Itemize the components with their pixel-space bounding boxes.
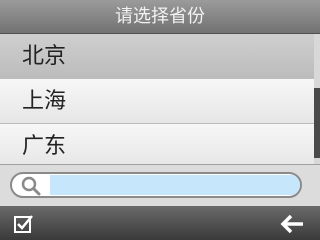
checkbox-checked-icon[interactable]: [14, 214, 34, 234]
list-item[interactable]: 北京: [0, 34, 314, 79]
search-box[interactable]: [10, 172, 302, 198]
search-input[interactable]: [50, 175, 300, 195]
province-list: 北京 上海 广东: [0, 34, 314, 164]
list-item[interactable]: 上海: [0, 79, 314, 124]
back-arrow-icon[interactable]: [280, 214, 306, 234]
page-title: 请选择省份: [0, 0, 320, 34]
scrollbar[interactable]: [314, 34, 320, 164]
search-icon: [21, 176, 41, 196]
scrollbar-thumb[interactable]: [314, 88, 320, 158]
search-bar: [0, 164, 320, 207]
list-item[interactable]: 广东: [0, 124, 314, 164]
bottom-toolbar: [0, 206, 320, 240]
